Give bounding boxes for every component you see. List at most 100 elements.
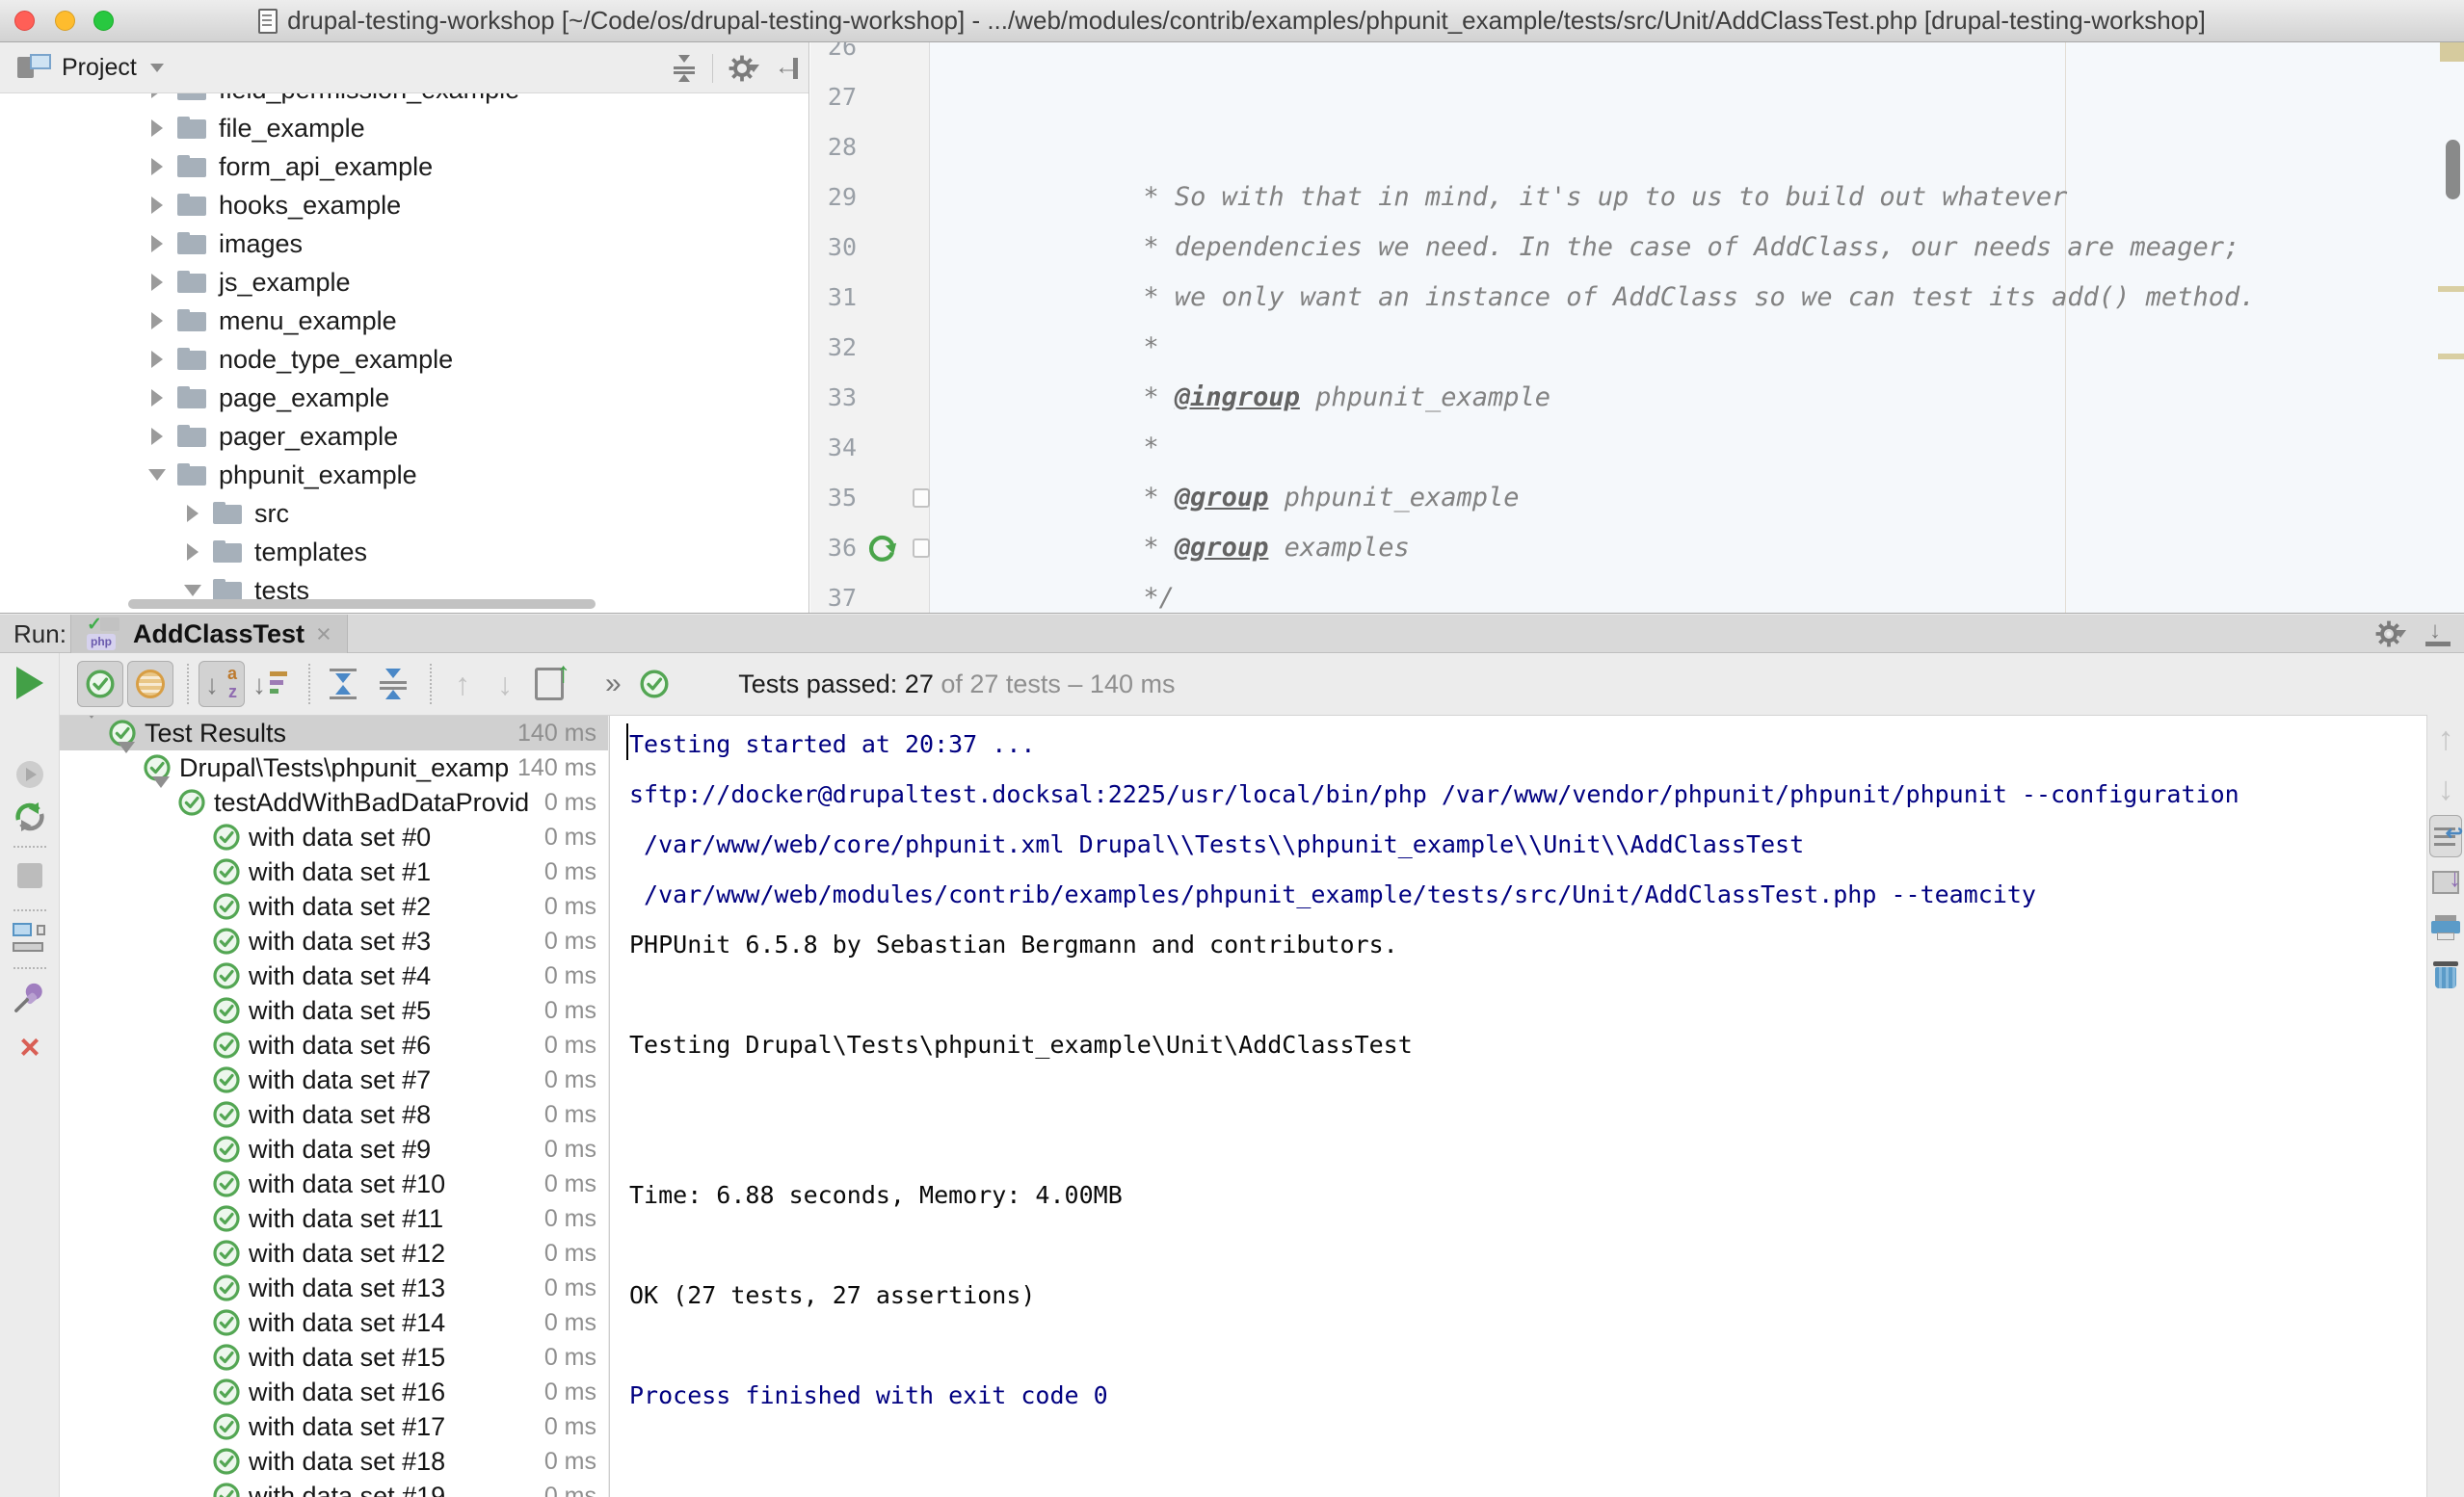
test-tree-row[interactable]: with data set #11 0 ms xyxy=(60,1201,608,1236)
clear-console-button[interactable] xyxy=(2427,961,2464,988)
project-tree-row[interactable]: src xyxy=(0,494,809,533)
expander-icon[interactable] xyxy=(83,719,104,748)
code-editor[interactable]: 26 27 * So with that in mind, it's up to… xyxy=(810,42,2464,613)
hide-panel-icon[interactable] xyxy=(775,56,800,81)
test-tree-row[interactable]: with data set #3 0 ms xyxy=(60,924,608,959)
test-tree-row[interactable]: with data set #7 0 ms xyxy=(60,1063,608,1097)
print-button[interactable] xyxy=(2427,915,2464,940)
chevron-down-icon[interactable] xyxy=(150,64,164,72)
zoom-window-button[interactable] xyxy=(93,11,114,31)
test-tree-row[interactable]: with data set #1 0 ms xyxy=(60,854,608,889)
test-tree-row[interactable]: with data set #0 0 ms xyxy=(60,820,608,854)
project-tree-row[interactable]: node_type_example xyxy=(0,340,809,379)
soft-wrap-button[interactable] xyxy=(2427,815,2464,857)
test-tree-row[interactable]: with data set #13 0 ms xyxy=(60,1271,608,1305)
close-panel-button[interactable]: × xyxy=(0,1033,60,1062)
project-tree-row[interactable]: page_example xyxy=(0,379,809,417)
gear-icon[interactable] xyxy=(729,55,759,82)
expander-icon[interactable] xyxy=(187,543,199,561)
error-stripe-tick[interactable] xyxy=(2438,354,2464,359)
test-tree-row[interactable]: with data set #17 0 ms xyxy=(60,1409,608,1444)
minimize-panel-icon[interactable] xyxy=(2425,621,2452,646)
test-tree-row[interactable]: with data set #9 0 ms xyxy=(60,1132,608,1167)
expander-icon[interactable] xyxy=(151,312,163,329)
expander-icon[interactable] xyxy=(151,351,163,368)
sort-alphabetically-button[interactable]: ↓az xyxy=(199,661,245,707)
expander-icon[interactable] xyxy=(187,505,199,522)
editor-scrollbar-thumb[interactable] xyxy=(2446,140,2460,199)
restore-layout-button[interactable] xyxy=(0,923,60,952)
test-tree-row[interactable]: with data set #19 0 ms xyxy=(60,1479,608,1497)
ide-window: drupal-testing-workshop [~/Code/os/drupa… xyxy=(0,0,2464,1497)
run-test-gutter-icon[interactable] xyxy=(866,531,899,564)
soft-wrap-icon xyxy=(2434,825,2457,848)
test-tree-row[interactable]: with data set #15 0 ms xyxy=(60,1340,608,1375)
show-passed-button[interactable] xyxy=(77,661,123,707)
expander-icon[interactable] xyxy=(151,274,163,291)
test-tree-row[interactable]: with data set #8 0 ms xyxy=(60,1097,608,1132)
test-tree-row[interactable]: with data set #10 0 ms xyxy=(60,1167,608,1201)
test-tree-row[interactable]: with data set #16 0 ms xyxy=(60,1375,608,1409)
test-results-tree: Test Results 140 ms Drupal\Tests\phpunit… xyxy=(60,716,608,1497)
test-tree-row[interactable]: with data set #6 0 ms xyxy=(60,1028,608,1063)
test-console[interactable]: Testing started at 20:37 ...sftp://docke… xyxy=(609,716,2427,1497)
tab-addclasstest[interactable]: php ✓ AddClassTest × xyxy=(70,615,348,653)
horizontal-scrollbar-thumb[interactable] xyxy=(128,599,596,609)
expander-icon[interactable] xyxy=(151,389,163,407)
scroll-down-button[interactable]: ↓ xyxy=(2427,771,2464,808)
expander-icon[interactable] xyxy=(151,197,163,214)
project-tree-row[interactable]: file_example xyxy=(0,109,809,147)
collapse-all-button[interactable] xyxy=(370,661,416,707)
collapse-all-icon xyxy=(378,669,409,699)
error-stripe-mark[interactable] xyxy=(2440,42,2464,62)
rerun-failed-tests-button[interactable] xyxy=(0,800,60,834)
test-tree-row[interactable]: with data set #12 0 ms xyxy=(60,1236,608,1271)
test-tree-row[interactable]: with data set #18 0 ms xyxy=(60,1444,608,1479)
pin-tab-button[interactable] xyxy=(0,981,60,1013)
console-line: Testing Drupal\Tests\phpunit_example\Uni… xyxy=(629,1020,2239,1070)
test-tree-row[interactable]: with data set #5 0 ms xyxy=(60,993,608,1028)
project-tree-row[interactable]: images xyxy=(0,224,809,263)
sort-by-duration-button[interactable]: ↓ xyxy=(249,661,295,707)
expander-icon[interactable] xyxy=(151,119,163,137)
test-tree-row[interactable]: with data set #14 0 ms xyxy=(60,1305,608,1340)
test-tree-row[interactable]: Drupal\Tests\phpunit_examp 140 ms xyxy=(60,750,608,785)
gear-icon[interactable] xyxy=(2375,620,2406,647)
expander-icon[interactable] xyxy=(184,585,201,596)
expand-all-button[interactable] xyxy=(320,661,366,707)
test-tree-row[interactable]: Test Results 140 ms xyxy=(60,716,608,750)
project-tree-row[interactable]: pager_example xyxy=(0,417,809,456)
chevrons-icon[interactable]: » xyxy=(605,668,622,700)
fold-marker-icon[interactable] xyxy=(913,538,930,558)
error-stripe-tick[interactable] xyxy=(2438,286,2464,292)
test-tree-row[interactable]: with data set #2 0 ms xyxy=(60,889,608,924)
expander-icon[interactable] xyxy=(151,158,163,175)
expander-icon[interactable] xyxy=(152,788,173,818)
fold-marker-icon[interactable] xyxy=(913,488,930,508)
test-tree-row[interactable]: with data set #4 0 ms xyxy=(60,959,608,993)
minimize-window-button[interactable] xyxy=(55,11,75,31)
expander-icon[interactable] xyxy=(151,235,163,252)
previous-failed-test-button[interactable]: ↑ xyxy=(441,667,484,702)
project-tree-row[interactable]: js_example xyxy=(0,263,809,302)
rerun-tests-button[interactable] xyxy=(0,667,60,699)
import-test-results-button[interactable] xyxy=(526,661,572,707)
show-ignored-button[interactable] xyxy=(127,661,173,707)
project-tree-row[interactable]: menu_example xyxy=(0,302,809,340)
expander-icon[interactable] xyxy=(118,753,139,783)
test-time: 0 ms xyxy=(544,1309,608,1337)
test-tree-row[interactable]: testAddWithBadDataProvid 0 ms xyxy=(60,785,608,820)
collapse-all-icon[interactable] xyxy=(672,55,697,82)
scroll-to-end-button[interactable] xyxy=(2427,871,2464,894)
project-tree-row[interactable]: templates xyxy=(0,533,809,571)
next-failed-test-button[interactable]: ↓ xyxy=(484,667,526,702)
project-tree-row[interactable]: form_api_example xyxy=(0,147,809,186)
expander-icon[interactable] xyxy=(148,469,166,481)
project-tree-row[interactable]: phpunit_example xyxy=(0,456,809,494)
scroll-up-button[interactable]: ↑ xyxy=(2427,721,2464,758)
close-window-button[interactable] xyxy=(14,11,35,31)
expander-icon[interactable] xyxy=(151,428,163,445)
line-number: 30 xyxy=(810,223,857,273)
project-tree-row[interactable]: hooks_example xyxy=(0,186,809,224)
close-tab-icon[interactable]: × xyxy=(316,619,331,649)
